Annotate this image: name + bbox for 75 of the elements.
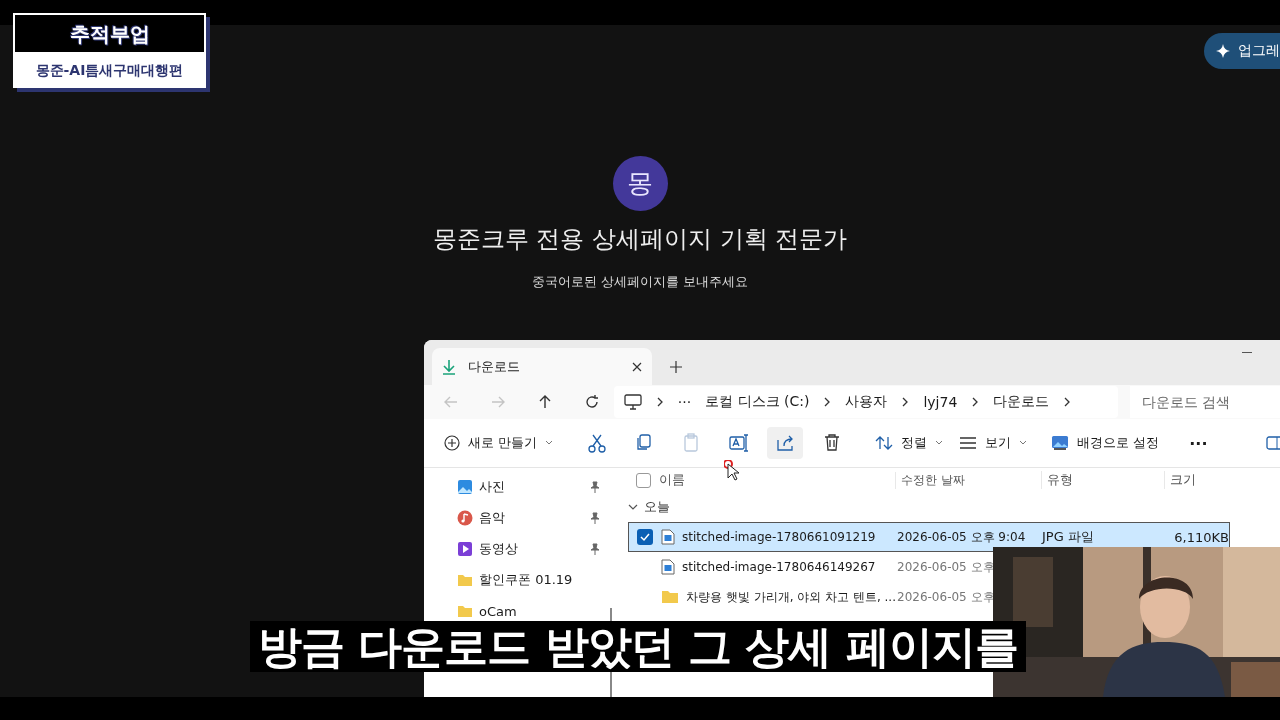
checkbox[interactable] [637, 529, 653, 545]
breadcrumb-item[interactable]: 로컬 디스크 (C:) [705, 393, 810, 411]
file-name: stitched-image-1780646149267 [682, 560, 876, 574]
folder-icon [661, 590, 679, 604]
sidebar-item[interactable]: 할인쿠폰 01.19 [424, 570, 612, 590]
caret-icon [1019, 440, 1028, 446]
assistant-description: 중국어로된 상세페이지를 보내주세요 [531, 273, 749, 291]
file-size: 6,110KB [1173, 529, 1229, 545]
wallpaper-button[interactable]: 배경으로 설정 [1045, 427, 1166, 459]
download-icon [442, 358, 456, 375]
list-icon [959, 436, 978, 450]
breadcrumb-item[interactable]: 사용자 [845, 393, 888, 411]
more-button[interactable]: ··· [1183, 427, 1214, 459]
up-icon[interactable] [537, 394, 553, 410]
group-header[interactable]: 오늘 [628, 492, 1280, 522]
image-file-icon [661, 559, 675, 575]
music-note-icon [457, 510, 473, 526]
file-date: 2026-06-05 오후 9:04 [897, 528, 1027, 546]
search-field[interactable]: 다운로드 검색 [1130, 386, 1280, 418]
assistant-avatar: 몽 [612, 156, 668, 211]
sidebar-item[interactable]: 사진 [424, 477, 612, 497]
column-header[interactable]: 이름 [659, 471, 895, 489]
folder-icon [457, 572, 473, 588]
chevron-icon [971, 397, 980, 407]
sidebar-item[interactable]: 음악 [424, 508, 612, 528]
file-name: stitched-image-1780661091219 [682, 530, 876, 544]
address-bar[interactable]: ··· 로컬 디스크 (C:) 사용자 lyj74 다운로드 [613, 386, 1118, 418]
breadcrumb-overflow[interactable]: ··· [677, 394, 692, 410]
new-tab-icon[interactable] [670, 361, 682, 373]
select-all-checkbox[interactable] [636, 472, 651, 488]
channel-title: 추적부업 [13, 13, 206, 54]
view-button[interactable]: 보기 [953, 427, 1034, 459]
new-button[interactable]: 새로 만들기 [438, 427, 560, 459]
sort-button[interactable]: 정렬 [869, 427, 950, 459]
file-date: 2026-06-05 오후 [897, 588, 995, 606]
chevron-icon [823, 397, 832, 407]
column-header[interactable]: 수정한 날짜 [895, 471, 1041, 489]
sparkle-icon [1216, 44, 1230, 58]
caret-icon [935, 440, 944, 446]
breadcrumb-item[interactable]: 다운로드 [993, 393, 1050, 411]
file-row[interactable]: stitched-image-1780646149267 2026-06-05 오후 [628, 552, 996, 582]
file-row[interactable]: 차량용 햇빛 가리개, 야외 차고 텐트, ...2026-06-05 오후 [628, 582, 996, 612]
upgrade-button[interactable]: 업그레 [1204, 33, 1280, 69]
column-header[interactable]: 유형 [1041, 471, 1164, 489]
sort-icon [875, 435, 894, 451]
share-icon[interactable] [767, 427, 804, 459]
plus-circle-icon [444, 435, 460, 451]
image-file-icon [661, 529, 675, 545]
chevron-icon [628, 503, 638, 511]
close-icon[interactable] [632, 361, 642, 372]
tab-title: 다운로드 [468, 357, 520, 376]
folder-icon [457, 603, 473, 619]
cursor-icon [724, 460, 740, 482]
picture-icon [457, 479, 473, 495]
sidebar-item[interactable]: oCam [424, 601, 612, 621]
refresh-icon[interactable] [584, 394, 600, 410]
caret-icon [545, 440, 554, 446]
details-pane-icon[interactable] [1266, 436, 1280, 450]
monitor-icon [623, 394, 642, 410]
play-icon [457, 541, 473, 557]
breadcrumb-item[interactable]: lyj74 [923, 394, 958, 410]
image-icon [1051, 435, 1070, 451]
column-header[interactable]: 크기 [1164, 471, 1240, 489]
chevron-icon [901, 397, 910, 407]
sidebar-item[interactable]: 동영상 [424, 539, 612, 559]
chevron-icon [655, 397, 664, 407]
chevron-icon [1063, 397, 1072, 407]
assistant-name: 몽준크루 전용 상세페이지 기획 전문가 [432, 224, 848, 255]
channel-subtitle: 몽준-AI틈새구매대행편 [13, 54, 206, 88]
subtitle-caption: 방금 다운로드 받았던 그 상세 페이지를 [250, 621, 1026, 672]
file-date: 2026-06-05 오후 [897, 558, 995, 576]
explorer-tab[interactable]: 다운로드 [432, 348, 652, 385]
file-row[interactable]: stitched-image-1780661091219 2026-06-05 오후 9:04 JPG 파일 6,110KB [628, 522, 1230, 552]
file-type: JPG 파일 [1040, 528, 1095, 546]
file-name: 차량용 햇빛 가리개, 야외 차고 텐트, ... [686, 588, 896, 606]
